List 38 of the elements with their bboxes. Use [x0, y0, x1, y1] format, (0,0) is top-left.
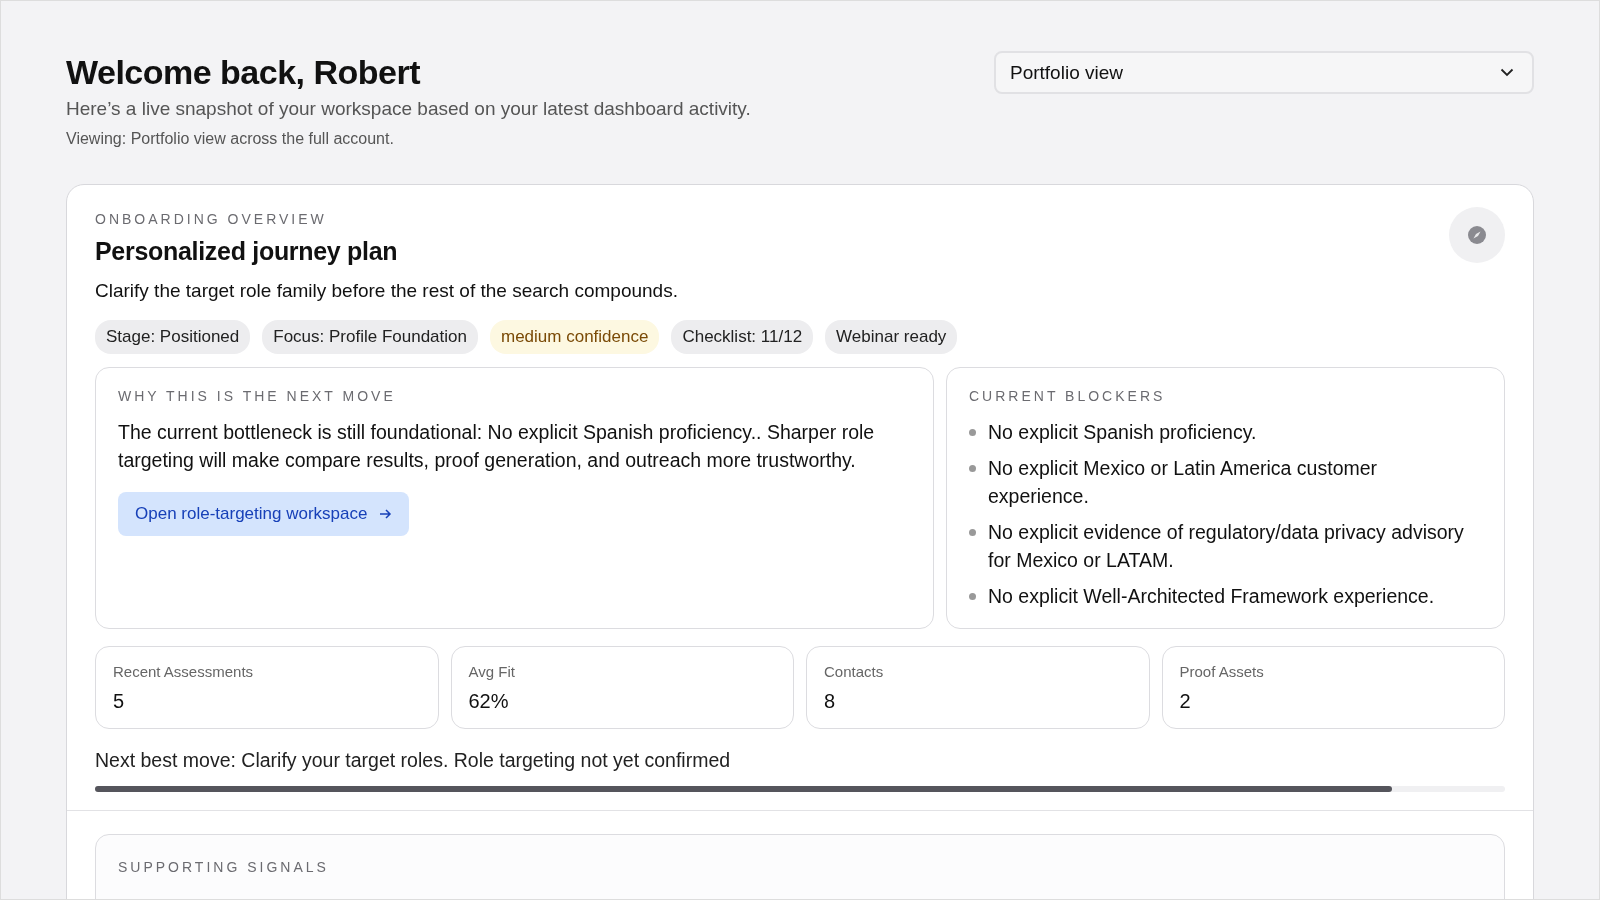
status-tag: medium confidence — [490, 320, 660, 354]
chevron-down-icon — [1500, 68, 1514, 77]
blocker-text: No explicit Well-Architected Framework experience. — [988, 584, 1435, 609]
viewing-note: Viewing: Portfolio view across the full account. — [66, 130, 395, 148]
status-tag: Checklist: 11/12 — [671, 320, 814, 354]
arrow-right-icon — [379, 508, 393, 520]
reason-text: The current bottleneck is still foundational: No explicit Spanish proficiency.. Sharper role targeting will make compare results, proof generation, and outreach more trustworthy. — [118, 420, 876, 473]
status-tag: Stage: Positioned — [95, 320, 251, 354]
panel-eyebrow: SUPPORTING SIGNALS — [118, 859, 330, 875]
next-move-text: Next best move: Clarify your target roles. Role targeting not yet confirmed — [95, 749, 732, 772]
compass-button[interactable] — [1449, 207, 1505, 263]
stat-value: 8 — [824, 690, 837, 713]
card-summary: Clarify the target role family before the rest of the search compounds. — [95, 280, 679, 302]
open-workspace-button[interactable]: Open role-targeting workspace — [118, 492, 410, 536]
panel-eyebrow: CURRENT BLOCKERS — [969, 388, 1167, 404]
bullet-icon — [969, 429, 976, 436]
stat-value: 5 — [113, 690, 126, 713]
page-subtitle: Here’s a live snapshot of your workspace based on your latest dashboard activity. — [66, 98, 751, 120]
view-select[interactable]: Portfolio view — [994, 51, 1534, 94]
stat-label: Avg Fit — [468, 663, 516, 680]
compass-icon — [1467, 225, 1487, 245]
status-tag: Focus: Profile Foundation — [262, 320, 478, 354]
stat-label: Recent Assessments — [113, 663, 255, 680]
section-eyebrow: ONBOARDING OVERVIEW — [95, 211, 328, 227]
blocker-text: No explicit evidence of regulatory/data privacy advisory for Mexico or LATAM. — [988, 520, 1465, 573]
card-title: Personalized journey plan — [95, 237, 398, 266]
stat-label: Proof Assets — [1179, 663, 1265, 680]
page-title: Welcome back, Robert — [66, 52, 422, 92]
blocker-text: No explicit Mexico or Latin America customer experience. — [988, 456, 1379, 509]
bullet-icon — [969, 593, 976, 600]
panel-eyebrow: WHY THIS IS THE NEXT MOVE — [118, 388, 397, 404]
stat-value: 2 — [1179, 690, 1192, 713]
blocker-text: No explicit Spanish proficiency. — [988, 420, 1257, 445]
status-tag: Webinar ready — [825, 320, 958, 354]
bullet-icon — [969, 529, 976, 536]
bullet-icon — [969, 465, 976, 472]
stat-value: 62% — [468, 690, 510, 713]
stat-label: Contacts — [824, 663, 885, 680]
